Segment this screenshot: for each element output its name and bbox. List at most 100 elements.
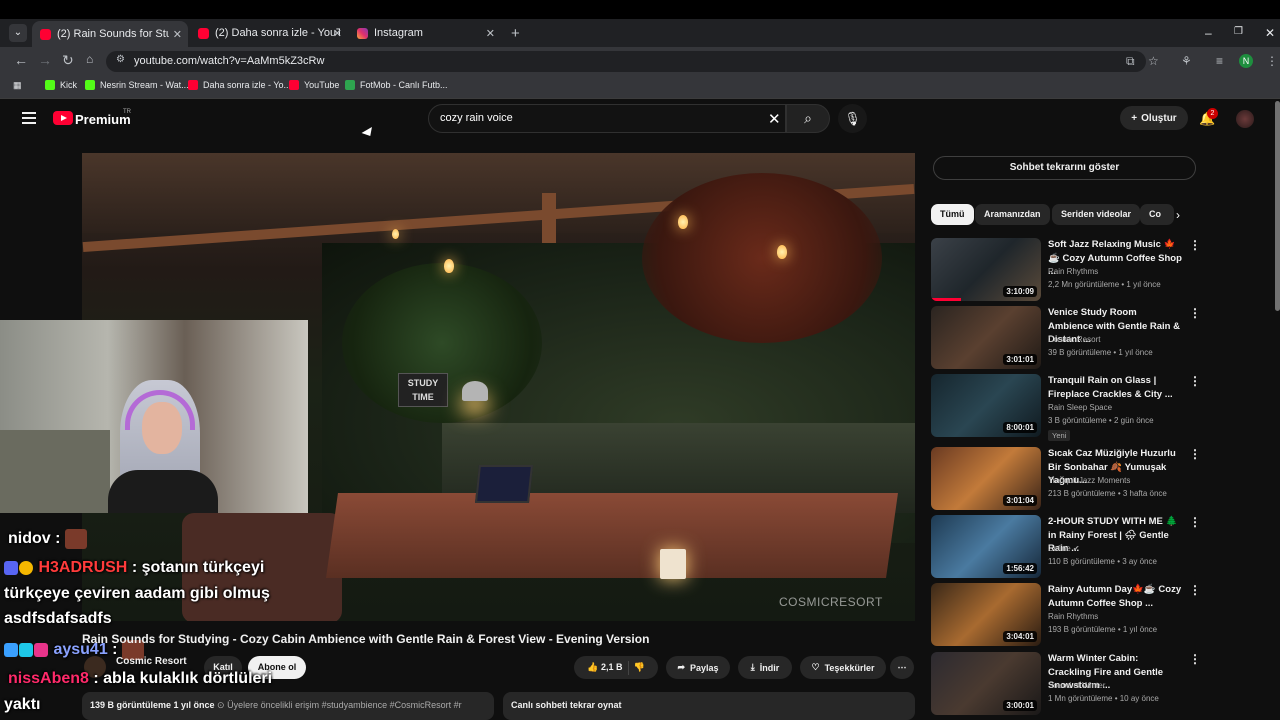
recommendation-channel[interactable]: Rain Sleep Space <box>1048 403 1112 412</box>
video-thumbnail[interactable]: 3:04:01 <box>931 583 1041 646</box>
reload-icon[interactable]: ↻ <box>62 52 74 69</box>
page-scrollbar[interactable] <box>1275 101 1280 311</box>
back-icon[interactable]: ← <box>14 52 28 68</box>
kebab-menu-icon[interactable]: ⋮ <box>1189 447 1201 461</box>
recommendation-channel[interactable]: Rain Rhythms <box>1048 612 1098 621</box>
kebab-menu-icon[interactable]: ⋮ <box>1189 238 1201 252</box>
recommendation-channel[interactable]: Sound of Winter <box>1048 681 1105 690</box>
tab-close-icon[interactable]: ✕ <box>486 27 495 40</box>
video-thumbnail[interactable]: 3:10:09 <box>931 238 1041 301</box>
description-tags: ⊙ Üyelere öncelikli erişim #studyambienc… <box>214 700 462 710</box>
window-close-icon[interactable]: ✕ <box>1265 26 1275 40</box>
country-code: TR <box>123 109 131 115</box>
extensions-icon[interactable]: ⚘ <box>1181 54 1192 68</box>
video-thumbnail[interactable]: 3:01:01 <box>931 306 1041 369</box>
youtube-icon <box>188 80 198 90</box>
bookmark-youtube[interactable]: YouTube <box>289 80 339 90</box>
chip-more[interactable]: Co <box>1140 204 1174 225</box>
video-thumbnail[interactable]: 8:00:01 <box>931 374 1041 437</box>
browser-menu-icon[interactable]: ⋮ <box>1266 54 1278 68</box>
media-control-icon[interactable]: ≡ <box>1216 54 1223 68</box>
bookmark-label: Daha sonra izle - Yo... <box>203 80 292 90</box>
tab-watch-later[interactable]: (2) Daha sonra izle - YouTube ✕ <box>190 23 348 43</box>
dislike-button[interactable]: 👎 <box>634 662 645 673</box>
chevron-right-icon[interactable]: › <box>1176 208 1180 222</box>
chip-all[interactable]: Tümü <box>931 204 974 225</box>
recommendation-item[interactable]: 3:04:01 Rainy Autumn Day🍁☕ Cozy Autumn C… <box>931 583 1201 647</box>
recommendation-channel[interactable]: Cosmic Resort <box>1048 335 1100 344</box>
recommendation-title[interactable]: Tranquil Rain on Glass | Fireplace Crack… <box>1048 374 1184 401</box>
search-button[interactable]: ⌕ <box>786 104 830 133</box>
tab-instagram[interactable]: Instagram ✕ <box>349 23 501 43</box>
video-thumbnail[interactable]: 1:56:42 <box>931 515 1041 578</box>
chip-from-series[interactable]: Seriden videolar <box>1052 204 1141 225</box>
profile-avatar[interactable]: N <box>1239 54 1253 68</box>
recommendation-item[interactable]: 3:01:04 Sıcak Caz Müziğiyle Huzurlu Bir … <box>931 447 1201 511</box>
download-button[interactable]: ⤓ İndir <box>738 656 792 679</box>
webcam-bed <box>0 430 110 513</box>
restore-icon[interactable]: ❐ <box>1234 26 1243 37</box>
apps-grid-icon[interactable]: ▦ <box>13 80 22 91</box>
chip-from-search[interactable]: Aramanızdan <box>975 204 1050 225</box>
bookmark-fotmob[interactable]: FotMob - Canlı Futb... <box>345 80 448 90</box>
like-button[interactable]: 👍 2,1 B <box>587 662 622 673</box>
light-bulb <box>678 215 688 229</box>
bookmark-star-icon[interactable]: ☆ <box>1148 54 1159 68</box>
voice-search-button[interactable]: 🎙 <box>838 104 867 133</box>
chat-username: H3ADRUSH <box>38 559 128 576</box>
kebab-menu-icon[interactable]: ⋮ <box>1189 374 1201 388</box>
youtube-logo-icon[interactable] <box>53 111 73 125</box>
create-label: Oluştur <box>1141 112 1177 124</box>
install-app-icon[interactable]: ⧉ <box>1126 54 1135 69</box>
kebab-menu-icon[interactable]: ⋮ <box>1189 652 1201 666</box>
channel-name[interactable]: Cosmic Resort <box>116 656 187 667</box>
bookmark-kick[interactable]: Kick <box>45 80 77 90</box>
chat-badge-icon <box>34 643 48 657</box>
recommendation-item[interactable]: 3:10:09 Soft Jazz Relaxing Music 🍁☕ Cozy… <box>931 238 1201 302</box>
url-text[interactable]: youtube.com/watch?v=AaMm5kZ3cRw <box>134 55 324 67</box>
thanks-button[interactable]: ♡ Teşekkürler <box>800 656 886 679</box>
scene-desk <box>326 493 898 578</box>
recommendation-channel[interactable]: Rain Rhythms <box>1048 267 1098 276</box>
bookmark-nesrin-stream[interactable]: Nesrin Stream - Wat... <box>85 80 189 90</box>
recommendation-channel[interactable]: Celine ✔ <box>1048 544 1080 553</box>
recommendation-item[interactable]: 3:00:01 Warm Winter Cabin: Crackling Fir… <box>931 652 1201 716</box>
tab-rain-sounds[interactable]: (2) Rain Sounds for Studying - C ✕ <box>32 21 188 47</box>
create-button[interactable]: + Oluştur <box>1120 106 1188 130</box>
streamer-webcam <box>0 320 308 513</box>
recommendation-title[interactable]: Rainy Autumn Day🍁☕ Cozy Autumn Coffee Sh… <box>1048 583 1184 610</box>
chat-badge-icon <box>4 560 18 575</box>
show-chat-replay-button[interactable]: Sohbet tekrarını göster <box>933 156 1196 180</box>
search-query[interactable]: cozy rain voice <box>440 112 513 124</box>
chat-text: yaktı <box>4 696 41 713</box>
chat-replay-label[interactable]: Canlı sohbeti tekrar oynat <box>511 700 622 710</box>
minimize-icon[interactable]: – <box>1205 26 1212 40</box>
kebab-menu-icon[interactable]: ⋮ <box>1189 515 1201 529</box>
bookmark-watch-later[interactable]: Daha sonra izle - Yo... <box>188 80 291 90</box>
recommendation-channel[interactable]: Tranquil Jazz Moments <box>1048 476 1130 485</box>
clear-search-icon[interactable]: ✕ <box>768 110 781 128</box>
tab-close-icon[interactable]: ✕ <box>333 27 342 40</box>
new-tab-icon[interactable]: + <box>511 25 520 42</box>
recommendation-item[interactable]: 8:00:01 Tranquil Rain on Glass | Firepla… <box>931 374 1201 441</box>
forward-icon[interactable]: → <box>38 52 52 68</box>
more-actions-button[interactable]: ⋯ <box>890 656 914 679</box>
recommendation-item[interactable]: 1:56:42 2-HOUR STUDY WITH ME 🌲 in Rainy … <box>931 515 1201 579</box>
kebab-menu-icon[interactable]: ⋮ <box>1189 583 1201 597</box>
account-avatar[interactable] <box>1236 110 1254 128</box>
description-summary[interactable]: 139 B görüntüleme 1 yıl önce ⊙ Üyelere ö… <box>90 700 462 711</box>
home-icon[interactable]: ⌂ <box>86 52 93 66</box>
share-button[interactable]: ➦ Paylaş <box>666 656 730 679</box>
video-thumbnail[interactable]: 3:01:04 <box>931 447 1041 510</box>
site-info-icon[interactable]: ⚙ <box>116 54 125 65</box>
tab-search-button[interactable]: ⌄ <box>9 24 27 42</box>
guide-menu-icon[interactable] <box>22 112 36 124</box>
webcam-streamer-body <box>108 470 218 513</box>
recommendation-item[interactable]: 3:01:01 Venice Study Room Ambience with … <box>931 306 1201 370</box>
tab-close-icon[interactable]: ✕ <box>173 28 182 41</box>
video-thumbnail[interactable]: 3:00:01 <box>931 652 1041 715</box>
kebab-menu-icon[interactable]: ⋮ <box>1189 306 1201 320</box>
share-label: Paylaş <box>690 662 719 673</box>
chat-text: : şotanın türkçeyi <box>131 559 265 576</box>
description-stats: 139 B görüntüleme 1 yıl önce <box>90 700 215 710</box>
